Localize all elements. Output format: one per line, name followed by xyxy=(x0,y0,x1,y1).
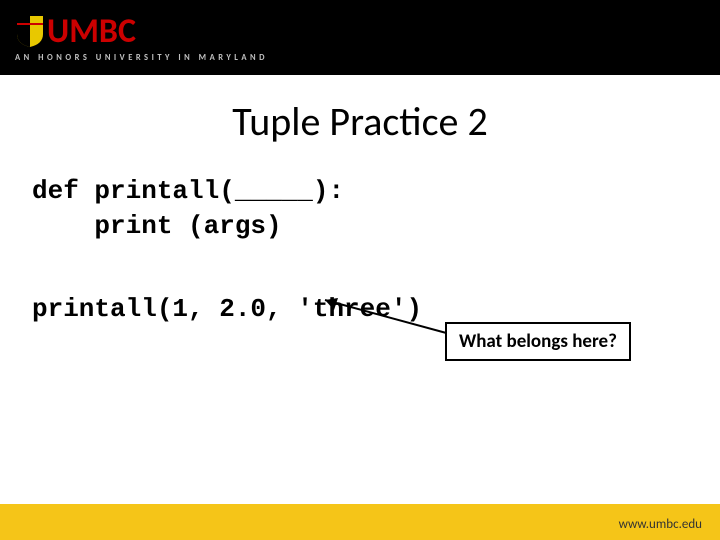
header-bar: UMBC AN HONORS UNIVERSITY IN MARYLAND xyxy=(0,0,720,75)
footer-bar xyxy=(0,504,720,540)
code-block-2: printall(1, 2.0, 'three') xyxy=(32,294,720,324)
callout-text: What belongs here? xyxy=(459,330,617,353)
logo-text: UMBC xyxy=(15,8,268,49)
code-block-1: def printall(_____): print (args) xyxy=(32,174,720,244)
slide-content: Tuple Practice 2 def printall(_____): pr… xyxy=(0,97,720,324)
tagline-text: AN HONORS UNIVERSITY IN MARYLAND xyxy=(15,53,268,63)
code-line-1: def printall(_____): xyxy=(32,174,720,209)
code-text: print (args) xyxy=(32,211,282,241)
callout-box: What belongs here? xyxy=(445,322,631,361)
shield-icon xyxy=(15,14,45,55)
code-text: ): xyxy=(313,176,344,206)
slide-title: Tuple Practice 2 xyxy=(0,97,720,146)
code-blank: _____ xyxy=(235,176,313,206)
code-text: def printall( xyxy=(32,176,235,206)
logo-block: UMBC AN HONORS UNIVERSITY IN MARYLAND xyxy=(15,8,268,63)
code-line-2: print (args) xyxy=(32,209,720,244)
footer-url: www.umbc.edu xyxy=(619,517,702,532)
code-line-3: printall(1, 2.0, 'three') xyxy=(32,294,720,324)
